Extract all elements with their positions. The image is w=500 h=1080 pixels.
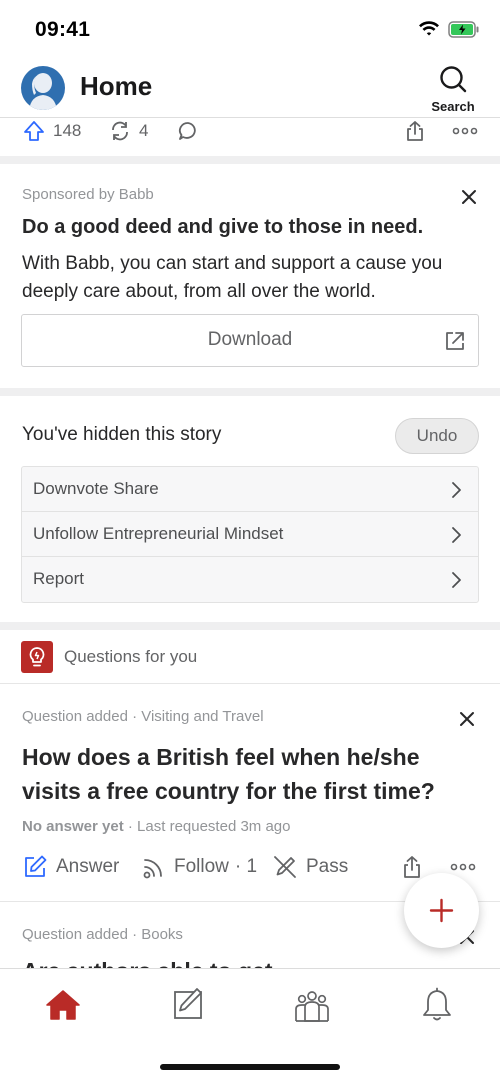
search-label: Search [431, 99, 475, 114]
questions-badge [21, 641, 53, 673]
rss-follow-icon [143, 859, 162, 879]
close-icon [462, 190, 476, 204]
tab-home[interactable] [43, 987, 83, 1023]
undo-button[interactable]: Undo [395, 418, 479, 454]
story-action-row: 148 4 [0, 118, 500, 156]
share-icon [407, 121, 423, 141]
option-report[interactable]: Report [22, 557, 478, 602]
status-bar: 09:41 [0, 0, 500, 58]
option-label: Downvote Share [33, 479, 159, 498]
comment-icon [179, 122, 196, 140]
share-count: 4 [139, 121, 149, 140]
bottom-tab-bar [0, 968, 500, 1080]
tab-write[interactable] [168, 987, 208, 1023]
next-question-title[interactable]: Are authors able to get [22, 958, 272, 968]
pass-pencil-crossed-icon [274, 856, 296, 878]
battery-icon [448, 20, 479, 38]
chevron-right-icon [452, 482, 461, 498]
questions-section-label: Questions for you [64, 647, 198, 666]
upvote-arrow-icon [24, 121, 44, 141]
pass-label: Pass [306, 856, 349, 877]
status-icons [418, 20, 480, 38]
upvote-count: 148 [53, 121, 82, 140]
more-options-button[interactable] [452, 118, 478, 144]
ad-body: With Babb, you can start and support a c… [22, 253, 443, 302]
status-time: 09:41 [35, 18, 91, 41]
option-unfollow-space[interactable]: Unfollow Entrepreneurial Mindset [22, 512, 478, 557]
question-meta: Question added · Visiting and Travel [22, 708, 264, 725]
tab-notifications[interactable] [417, 987, 457, 1023]
answer-status: No answer yet [22, 818, 124, 835]
compose-square-icon [174, 988, 202, 1019]
option-label: Report [33, 569, 85, 588]
bell-icon [423, 987, 451, 1021]
lightbulb-icon [29, 647, 45, 667]
page-title: Home [80, 71, 153, 101]
share-button[interactable] [403, 118, 427, 144]
home-icon [46, 990, 80, 1020]
option-label: Unfollow Entrepreneurial Mindset [33, 524, 284, 543]
chevron-right-icon [452, 572, 461, 588]
pencil-edit-icon [25, 855, 47, 877]
section-divider [0, 388, 500, 396]
plus-icon [429, 898, 454, 923]
reshare-icon [112, 121, 128, 141]
home-indicator [160, 1064, 340, 1070]
share-count-button[interactable]: 4 [108, 118, 148, 144]
ad-sponsor-label: Sponsored by Babb [22, 186, 154, 203]
download-label: Download [207, 329, 293, 350]
comment-button[interactable] [176, 118, 200, 144]
question-title[interactable]: How does a British feel when he/she visi… [22, 740, 472, 808]
profile-silhouette-icon [29, 73, 57, 110]
next-question-meta: Question added · Books [22, 926, 183, 943]
close-icon [460, 712, 474, 726]
spaces-people-icon [295, 991, 329, 1022]
chevron-right-icon [452, 527, 461, 543]
tab-spaces[interactable] [292, 987, 332, 1023]
follow-label: Follow [174, 856, 229, 877]
wifi-icon [419, 21, 439, 36]
hidden-story-options: Downvote Share Unfollow Entrepreneurial … [21, 466, 479, 603]
section-divider [0, 156, 500, 164]
questions-for-you-header: Questions for you [0, 630, 500, 684]
option-downvote-share[interactable]: Downvote Share [22, 467, 478, 512]
pass-button[interactable]: Pass [272, 854, 348, 880]
question-card: Question added · Visiting and Travel How… [0, 684, 500, 902]
avatar[interactable] [21, 66, 65, 110]
hidden-story-message: You've hidden this story [22, 424, 222, 445]
dismiss-ad-button[interactable] [458, 186, 480, 208]
question-status-line: No answer yet · Last requested 3m ago [22, 818, 290, 835]
ad-title: Do a good deed and give to those in need… [22, 216, 424, 238]
section-divider [0, 622, 500, 630]
search-button[interactable]: Search [428, 64, 478, 114]
answer-button[interactable]: Answer [22, 854, 119, 880]
follow-count: · 1 [234, 856, 258, 877]
app-header: Home Search [0, 58, 500, 118]
dismiss-question-button[interactable] [456, 708, 478, 730]
more-dots-icon [452, 127, 478, 135]
hidden-story-card: You've hidden this story Undo Downvote S… [0, 396, 500, 622]
search-icon [440, 66, 467, 93]
compose-fab-button[interactable] [404, 873, 479, 948]
last-requested: · Last requested 3m ago [123, 818, 291, 835]
follow-button[interactable]: Follow · 1 [142, 854, 257, 880]
external-link-icon [446, 332, 464, 350]
download-button[interactable]: Download [21, 314, 479, 367]
answer-label: Answer [56, 856, 120, 877]
sponsored-ad-card: Sponsored by Babb Do a good deed and giv… [0, 164, 500, 388]
upvote-button[interactable]: 148 [22, 118, 81, 144]
